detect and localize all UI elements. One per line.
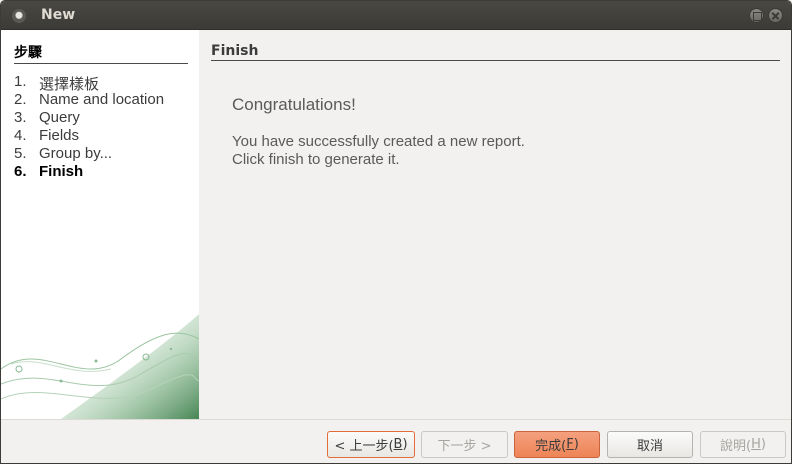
finish-button-label: 完成( (535, 439, 567, 454)
step-label: Fields (39, 127, 80, 144)
step-item: 4. Fields (14, 127, 164, 145)
page-title: Finish (211, 43, 780, 61)
back-button-label: < 上一步( (334, 439, 394, 454)
back-button-suffix: ) (402, 437, 408, 452)
step-number: 3. (14, 109, 27, 126)
step-item-current: 6. Finish (14, 163, 164, 181)
dialog-window: New 步驟 1. 選擇樣板 2. Name and location 3. Quer… (0, 0, 792, 464)
window-title: New (41, 7, 76, 23)
close-button[interactable] (768, 8, 783, 23)
back-button[interactable]: < 上一步(B) (327, 431, 415, 458)
step-label: Finish (39, 163, 84, 180)
maximize-button[interactable] (749, 8, 764, 23)
congratulations-text: Congratulations! (232, 95, 356, 114)
step-label: Name and location (39, 91, 165, 108)
button-bar: < 上一步(B) 下一步 > 完成(F) 取消 說明(H) (1, 419, 791, 463)
help-button-label: 說明( (720, 439, 752, 454)
step-item: 5. Group by... (14, 145, 164, 163)
finish-button[interactable]: 完成(F) (514, 431, 600, 458)
content-panel: Finish Congratulations! You have success… (199, 30, 791, 419)
step-item: 1. 選擇樣板 (14, 73, 164, 93)
completion-message: You have successfully created a new repo… (232, 133, 525, 169)
step-number: 1. (14, 73, 27, 90)
message-line: Click finish to generate it. (232, 151, 400, 168)
steps-list: 1. 選擇樣板 2. Name and location 3. Query 4. Fie… (14, 73, 164, 181)
back-button-mnemonic: B (393, 437, 403, 452)
steps-heading: 步驟 (14, 42, 188, 64)
step-label: Query (39, 109, 80, 126)
cancel-button-label: 取消 (636, 439, 663, 454)
decorative-swirl-graphic (1, 314, 199, 419)
step-label: 選擇樣板 (39, 76, 100, 93)
next-button[interactable]: 下一步 > (421, 431, 508, 458)
step-label: Group by... (39, 145, 113, 162)
step-number: 4. (14, 127, 27, 144)
help-button[interactable]: 說明(H) (700, 431, 786, 458)
help-button-suffix: ) (760, 437, 766, 452)
next-button-label: 下一步 > (437, 439, 492, 454)
steps-panel: 步驟 1. 選擇樣板 2. Name and location 3. Query 4.… (1, 30, 199, 419)
finish-button-mnemonic: F (566, 437, 574, 452)
finish-button-suffix: ) (573, 437, 579, 452)
step-number: 5. (14, 145, 27, 162)
help-button-mnemonic: H (751, 437, 761, 452)
step-item: 2. Name and location (14, 91, 164, 109)
title-bar[interactable]: New (1, 1, 791, 30)
cancel-button[interactable]: 取消 (607, 431, 693, 458)
message-line: You have successfully created a new repo… (232, 133, 525, 150)
step-number: 2. (14, 91, 27, 108)
step-item: 3. Query (14, 109, 164, 127)
step-number: 6. (14, 163, 27, 180)
app-icon (12, 9, 26, 23)
